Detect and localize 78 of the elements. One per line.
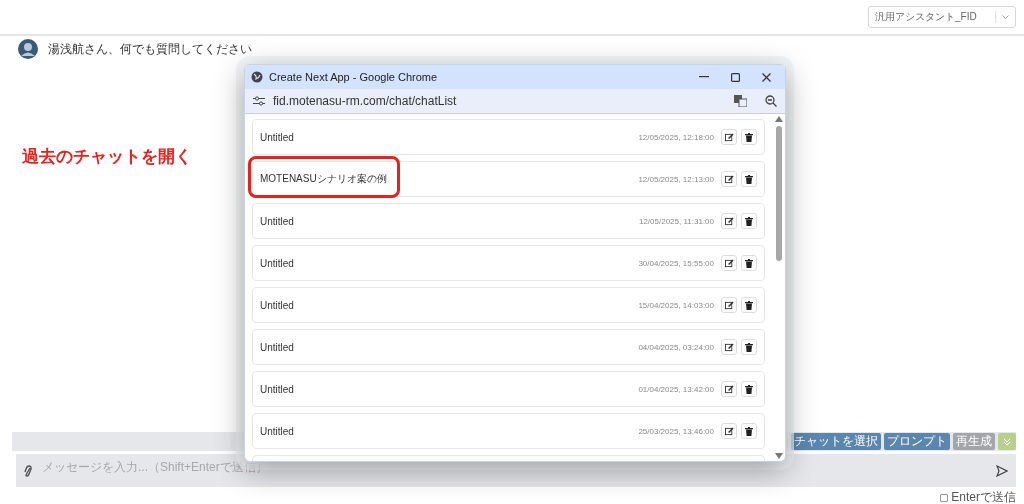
toolbar-button[interactable]: プロンプト (884, 433, 950, 450)
scroll-up-arrow-icon[interactable] (775, 116, 783, 122)
chat-title: Untitled (260, 299, 295, 311)
edit-button[interactable] (721, 171, 737, 187)
chat-title: Untitled (260, 383, 295, 395)
chat-item[interactable]: Untitled 12/05/2025, 12:18:00 (252, 119, 765, 155)
assistant-select[interactable]: 汎用アシスタント_FID (868, 6, 1016, 28)
translate-icon[interactable] (734, 95, 747, 107)
trash-icon (745, 132, 753, 142)
edit-button[interactable] (721, 129, 737, 145)
trash-icon (745, 342, 753, 352)
chat-item[interactable]: Untitled 15/04/2025, 14:03:00 (252, 287, 765, 323)
site-settings-icon[interactable] (253, 96, 265, 106)
chat-timestamp: 15/04/2025, 14:03:00 (638, 300, 714, 310)
toolbar-button[interactable]: チャットを選択 (791, 433, 881, 450)
trash-icon (745, 216, 753, 226)
trash-icon (745, 258, 753, 268)
chat-title: Untitled (260, 215, 295, 227)
chat-item[interactable]: Untitled 30/04/2025, 15:55:00 (252, 245, 765, 281)
edit-button[interactable] (721, 339, 737, 355)
avatar-icon (18, 39, 38, 59)
delete-button[interactable] (741, 339, 757, 355)
window-title: Create Next App - Google Chrome (269, 71, 439, 83)
scroll-down-arrow-icon[interactable] (775, 453, 783, 459)
chevron-double-down-icon (1003, 437, 1011, 446)
edit-button[interactable] (721, 423, 737, 439)
chat-timestamp: 12/05/2025, 12:18:00 (638, 132, 714, 142)
chat-item[interactable]: Untitled 12/05/2025, 11:31:00 (252, 203, 765, 239)
chat-item[interactable]: Untitled 25/03/2025, 13:46:00 (252, 413, 765, 449)
chat-timestamp: 12/05/2025, 11:31:00 (638, 216, 714, 226)
chat-title: MOTENASUシナリオ案の例 (260, 172, 388, 186)
chat-title: Untitled (260, 425, 295, 437)
scrollbar[interactable] (773, 114, 785, 461)
trash-icon (745, 174, 753, 184)
edit-icon (724, 300, 734, 310)
chat-title: Untitled (260, 131, 295, 143)
zoom-icon[interactable] (765, 95, 777, 107)
edit-icon (724, 216, 734, 226)
chat-timestamp: 12/05/2025, 12:13:00 (638, 174, 714, 184)
delete-button[interactable] (741, 213, 757, 229)
url-text: fid.motenasu-rm.com/chat/chatList (273, 94, 458, 108)
trash-icon (745, 384, 753, 394)
chevron-down-icon (1002, 15, 1009, 19)
enter-to-send-checkbox[interactable] (940, 493, 949, 502)
edit-button[interactable] (721, 297, 737, 313)
chat-item[interactable]: Untitled 01/04/2025, 13:42:00 (252, 371, 765, 407)
edit-icon (724, 258, 734, 268)
close-icon[interactable] (762, 72, 771, 82)
chat-timestamp: 30/04/2025, 15:55:00 (638, 258, 714, 268)
edit-icon (724, 426, 734, 436)
chat-timestamp: 25/03/2025, 13:46:00 (638, 426, 714, 436)
delete-button[interactable] (741, 171, 757, 187)
chat-title: Untitled (260, 341, 295, 353)
minimize-icon[interactable] (699, 76, 709, 78)
edit-button[interactable] (721, 381, 737, 397)
checkbox-label: Enterで送信 (951, 489, 1016, 504)
chat-item[interactable]: Untitled 04/04/2025, 03:24:00 (252, 329, 765, 365)
edit-icon (724, 384, 734, 394)
maximize-icon[interactable] (731, 72, 740, 82)
edit-button[interactable] (721, 213, 737, 229)
edit-icon (724, 174, 734, 184)
delete-button[interactable] (741, 129, 757, 145)
edit-icon (724, 132, 734, 142)
greeting-message: 湯浅航さん、何でも質問してください (48, 40, 252, 58)
delete-button[interactable] (741, 297, 757, 313)
trash-icon (745, 300, 753, 310)
delete-button[interactable] (741, 423, 757, 439)
delete-button[interactable] (741, 255, 757, 271)
send-icon[interactable] (996, 464, 1008, 477)
paperclip-icon (24, 464, 32, 477)
chat-timestamp: 01/04/2025, 13:42:00 (638, 384, 714, 394)
trash-icon (745, 426, 753, 436)
chat-timestamp: 04/04/2025, 03:24:00 (638, 342, 714, 352)
edit-icon (724, 342, 734, 352)
delete-button[interactable] (741, 381, 757, 397)
chat-title: Untitled (260, 257, 295, 269)
annotation-label: 過去のチャットを開く (22, 146, 192, 168)
edit-button[interactable] (721, 255, 737, 271)
